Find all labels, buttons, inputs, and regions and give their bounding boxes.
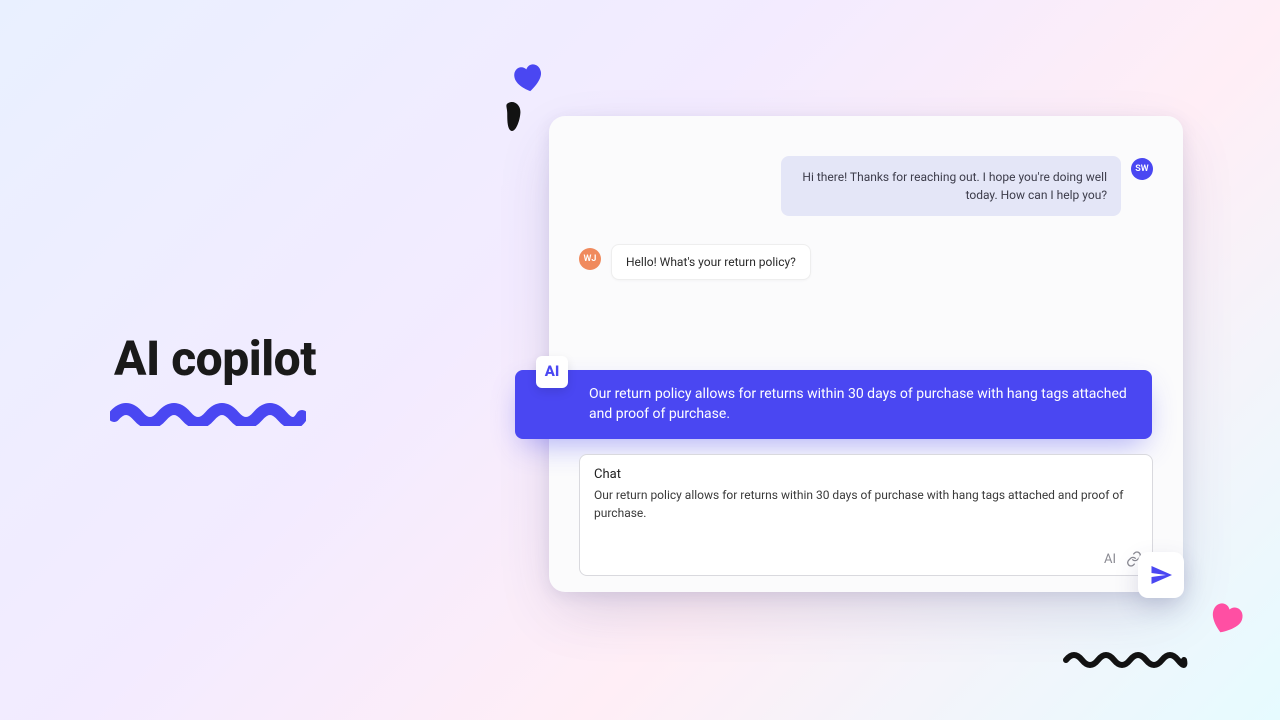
ai-badge: AI xyxy=(536,356,568,388)
user-message-row: WJ Hello! What's your return policy? xyxy=(579,244,1153,280)
heart-icon xyxy=(1204,598,1246,638)
agent-message-bubble: Hi there! Thanks for reaching out. I hop… xyxy=(781,156,1121,216)
underline-squiggle-icon xyxy=(110,398,306,426)
chat-panel: Hi there! Thanks for reaching out. I hop… xyxy=(549,116,1183,592)
paper-plane-icon xyxy=(1149,563,1173,587)
compose-draft-text[interactable]: Our return policy allows for returns wit… xyxy=(594,486,1138,522)
agent-avatar[interactable]: SW xyxy=(1131,158,1153,180)
agent-message-row: Hi there! Thanks for reaching out. I hop… xyxy=(579,156,1153,216)
compose-box[interactable]: Chat Our return policy allows for return… xyxy=(579,454,1153,576)
ai-toggle-button[interactable]: AI xyxy=(1104,552,1116,567)
squiggle-icon xyxy=(1062,648,1188,668)
user-message-bubble: Hello! What's your return policy? xyxy=(611,244,811,280)
ai-suggestion-text: Our return policy allows for returns wit… xyxy=(589,386,1127,422)
heart-icon xyxy=(508,60,546,96)
page-title: AI copilot xyxy=(114,330,316,387)
ai-suggestion-card[interactable]: AI Our return policy allows for returns … xyxy=(515,370,1152,439)
user-avatar[interactable]: WJ xyxy=(579,248,601,270)
send-button[interactable] xyxy=(1138,552,1184,598)
compose-toolbar: AI xyxy=(1104,551,1142,567)
blob-decoration-icon xyxy=(500,98,530,136)
compose-title: Chat xyxy=(594,467,1138,482)
